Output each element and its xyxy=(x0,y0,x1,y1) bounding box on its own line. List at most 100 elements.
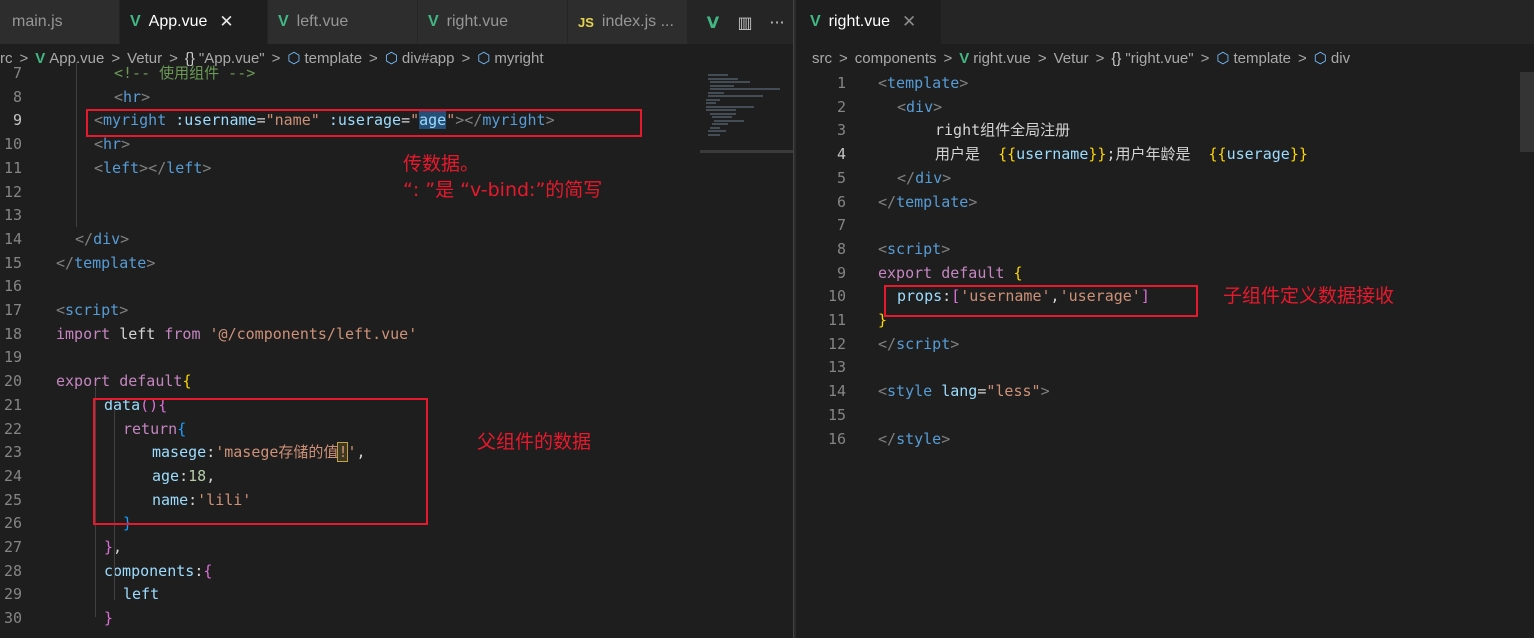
code-line[interactable]: 16 </style> xyxy=(796,428,1534,452)
breadcrumb-item[interactable]: right.vue xyxy=(973,50,1031,67)
minimap-line xyxy=(708,130,726,132)
annotation-props-receive: 子组件定义数据接收 xyxy=(1223,285,1395,307)
line-number: 20 xyxy=(3,372,22,391)
code-line[interactable]: 5 </div> xyxy=(796,167,1534,191)
code-text: <script> xyxy=(56,301,129,319)
code-line[interactable]: 8 <script> xyxy=(796,238,1534,262)
code-line[interactable]: 29 left xyxy=(0,583,793,607)
tab-app-vue[interactable]: V App.vue ✕ xyxy=(120,0,268,44)
breadcrumb-item[interactable]: components xyxy=(855,50,937,67)
line-number: 18 xyxy=(3,324,22,343)
vue-file-icon: V xyxy=(130,13,141,30)
close-icon[interactable]: ✕ xyxy=(902,12,916,32)
line-number: 9 xyxy=(836,263,846,282)
line-number: 29 xyxy=(3,585,22,604)
annotation-shorthand: “: ”是 “v-bind:”的简写 xyxy=(403,179,603,201)
code-text: <style lang="less"> xyxy=(878,382,1050,401)
breadcrumb-item[interactable]: div xyxy=(1331,50,1350,67)
line-number: 23 xyxy=(3,443,22,462)
line-number: 30 xyxy=(3,609,22,628)
line-number: 17 xyxy=(3,301,22,319)
tab-left-vue[interactable]: V left.vue xyxy=(268,0,418,44)
code-line[interactable]: 9 export default { xyxy=(796,262,1534,286)
code-editor-left[interactable]: 7 <!-- 使用组件 --> 8 <hr> 9 <myright :username="… xyxy=(0,62,793,638)
minimap-line xyxy=(706,98,720,101)
code-line[interactable]: 2 <div> xyxy=(796,96,1534,120)
code-line[interactable]: 19 xyxy=(0,346,793,370)
minimap-line xyxy=(710,84,734,87)
code-line[interactable]: 6 </template> xyxy=(796,191,1534,215)
minimap-line xyxy=(712,123,728,125)
tab-index-js[interactable]: JS index.js ... xyxy=(568,0,688,44)
code-line[interactable]: 7 xyxy=(796,214,1534,238)
code-line[interactable]: 15 </template> xyxy=(0,252,793,276)
close-icon[interactable]: ✕ xyxy=(219,12,233,32)
code-line[interactable]: 12 </script> xyxy=(796,333,1534,357)
code-line[interactable]: 17 <script> xyxy=(0,299,793,323)
code-line[interactable]: 30} xyxy=(0,607,793,631)
code-line[interactable]: 20 export default{ xyxy=(0,370,793,394)
code-text: components:{ xyxy=(104,561,213,580)
tab-right-vue[interactable]: V right.vue xyxy=(418,0,568,44)
code-line[interactable]: 3 right组件全局注册 xyxy=(796,119,1534,143)
breadcrumb-item[interactable]: src xyxy=(812,50,832,67)
minimap-line xyxy=(712,116,732,118)
code-line[interactable]: 8 <hr> xyxy=(0,86,793,110)
minimap-line xyxy=(708,77,738,80)
vue-file-icon: V xyxy=(959,49,970,67)
code-editor-right[interactable]: 1 <template> 2 <div> 3 right组件全局注册 4 用户是 {{user… xyxy=(796,72,1534,638)
code-line[interactable]: 13 xyxy=(0,204,793,228)
minimap-line xyxy=(706,102,716,104)
code-text: <left></left> xyxy=(94,158,212,177)
line-number: 16 xyxy=(3,277,22,296)
line-number: 24 xyxy=(3,466,22,485)
code-line[interactable]: 18 import left from '@/components/left.vu… xyxy=(0,323,793,347)
annotation-box-props xyxy=(884,285,1198,317)
code-line[interactable]: 12 xyxy=(0,181,793,205)
line-number: 7 xyxy=(836,216,846,235)
code-text: left xyxy=(123,585,160,604)
line-number: 12 xyxy=(3,182,22,201)
editor-pane-left: main.js V App.vue ✕ V left.vue V right.v… xyxy=(0,0,793,638)
code-line[interactable]: 14 </div> xyxy=(0,228,793,252)
minimap[interactable] xyxy=(700,72,793,152)
tab-right-vue-active[interactable]: V right.vue ✕ xyxy=(796,0,942,44)
code-line[interactable]: 1 <template> xyxy=(796,72,1534,96)
more-actions-icon[interactable]: ··· xyxy=(761,13,793,32)
code-line[interactable]: 4 用户是 {{username}};用户年龄是 {{userage}} xyxy=(796,143,1534,167)
line-number: 13 xyxy=(827,358,846,377)
code-line[interactable]: 11 <left></left> xyxy=(0,157,793,181)
cube-icon: ⬡ xyxy=(1216,50,1230,67)
code-line[interactable]: 13 xyxy=(796,356,1534,380)
code-line[interactable]: 15 xyxy=(796,404,1534,428)
line-number: 8 xyxy=(836,239,846,258)
code-line[interactable]: 16 xyxy=(0,275,793,299)
code-text: <template> xyxy=(878,74,969,92)
minimap-line xyxy=(706,105,754,108)
breadcrumb-item[interactable]: template xyxy=(1233,50,1291,67)
line-number: 9 xyxy=(12,111,22,130)
code-line[interactable]: 7 <!-- 使用组件 --> xyxy=(0,62,793,86)
line-number: 7 xyxy=(12,64,22,82)
tab-main-js[interactable]: main.js xyxy=(0,0,120,44)
tab-label: right.vue xyxy=(446,13,509,30)
minimap-line xyxy=(710,81,750,83)
line-number: 14 xyxy=(3,229,22,248)
tab-label: App.vue xyxy=(148,13,208,30)
split-editor-icon[interactable]: ▥ xyxy=(729,13,761,32)
code-line[interactable]: 27}, xyxy=(0,536,793,560)
code-text: </template> xyxy=(878,192,978,211)
vertical-scrollbar[interactable] xyxy=(1520,72,1534,152)
code-line[interactable]: 14 <style lang="less"> xyxy=(796,380,1534,404)
code-text: right组件全局注册 xyxy=(935,121,1071,140)
minimap-slider[interactable] xyxy=(700,150,793,153)
breadcrumb-item[interactable]: "right.vue" xyxy=(1125,50,1193,67)
minimap-line xyxy=(706,109,736,111)
breadcrumb-item[interactable]: Vetur xyxy=(1054,50,1089,67)
tab-label: index.js ... xyxy=(601,13,674,30)
vue-preview-icon[interactable]: V xyxy=(697,13,729,32)
code-text: </style> xyxy=(878,429,951,448)
code-text: </script> xyxy=(878,334,960,353)
code-line[interactable]: 28 components:{ xyxy=(0,560,793,584)
vue-file-icon: V xyxy=(428,13,439,30)
